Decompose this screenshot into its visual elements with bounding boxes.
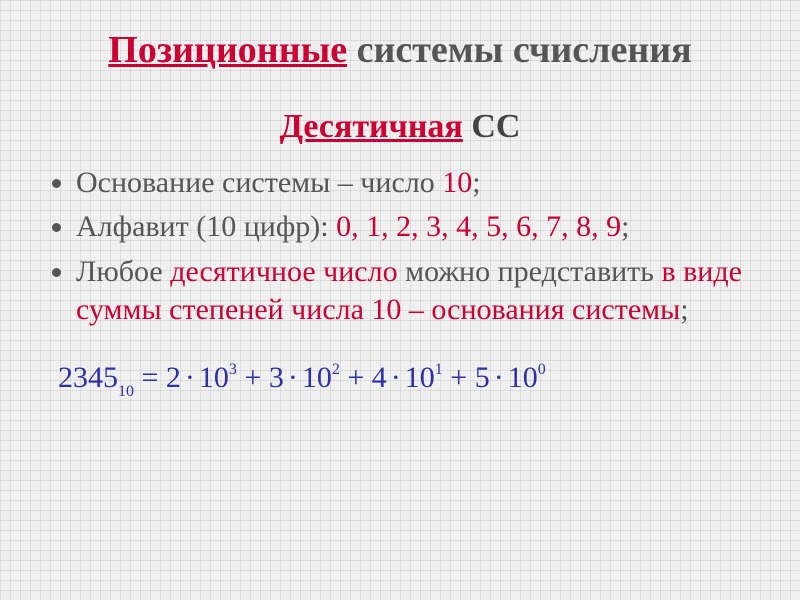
title-keyword: Позиционные (108, 29, 347, 71)
text-segment: ; (621, 210, 629, 243)
formula-lhs-number: 2345 (58, 361, 118, 394)
bullet-list: Основание системы – число 10; Алфавит (1… (76, 164, 752, 330)
text-segment: ): (310, 210, 336, 243)
formula-term: 5·100 (475, 361, 546, 394)
text-segment: ; (472, 166, 480, 199)
formula-plus: + (340, 361, 372, 394)
formula: 234510 = 2·103 + 3·102 + 4·101 + 5·100 (48, 363, 752, 398)
bullet-item: Любое десятичное число можно представить… (76, 253, 752, 330)
subtitle-rest: СС (463, 108, 521, 145)
bullet-item: Основание системы – число 10; (76, 164, 752, 202)
formula-term: 4·101 (372, 361, 443, 394)
text-segment: ; (680, 293, 688, 326)
text-segment: Алфавит ( (76, 210, 206, 243)
slide-title: Позиционные системы счисления (48, 30, 752, 72)
subtitle-keyword: Десятичная (280, 108, 463, 145)
text-highlight: 0, 1, 2, 3, 4, 5, 6, 7, 8, 9 (336, 210, 621, 243)
formula-plus: + (443, 361, 475, 394)
text-highlight: десятичное число (170, 255, 397, 288)
formula-term: 2·103 (166, 361, 237, 394)
formula-plus: + (237, 361, 269, 394)
text-segment: можно представить (398, 255, 662, 288)
text-segment: Основание системы – число (76, 166, 442, 199)
text-highlight: 10 (442, 166, 472, 199)
formula-term: 3·102 (269, 361, 340, 394)
text-segment: 10 цифр (206, 210, 310, 243)
formula-eq: = (134, 361, 166, 394)
slide-subtitle: Десятичная СС (48, 108, 752, 146)
text-segment: Любое (76, 255, 170, 288)
bullet-item: Алфавит (10 цифр): 0, 1, 2, 3, 4, 5, 6, … (76, 208, 752, 246)
formula-lhs-base: 10 (118, 383, 134, 400)
title-rest: системы счисления (347, 29, 692, 71)
